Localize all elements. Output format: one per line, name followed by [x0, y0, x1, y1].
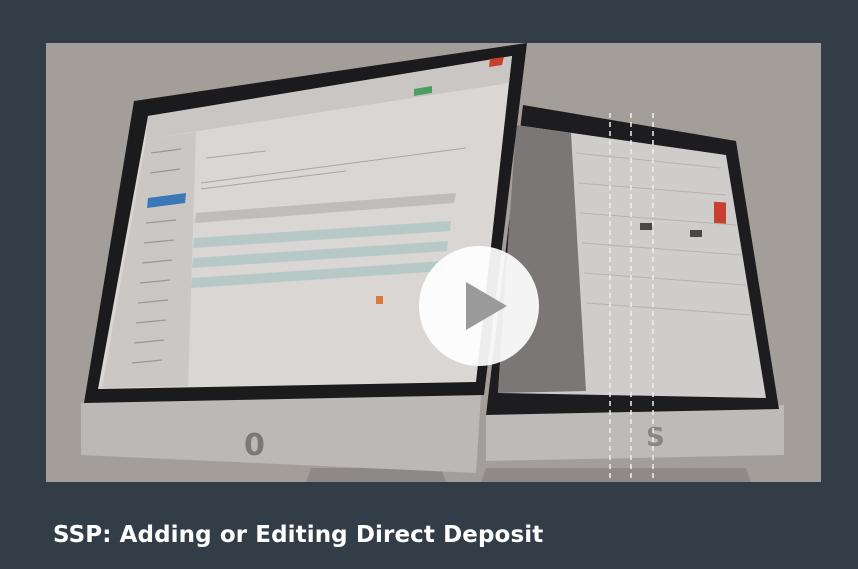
svg-text:S: S — [646, 423, 665, 453]
play-icon — [466, 282, 507, 330]
svg-text:0: 0 — [244, 428, 265, 463]
play-button[interactable] — [419, 246, 539, 366]
video-thumbnail[interactable]: S 0 — [46, 43, 821, 482]
video-card[interactable]: S 0 SSP: Adding or Editing Direct Deposi… — [0, 0, 858, 569]
video-title[interactable]: SSP: Adding or Editing Direct Deposit — [53, 522, 543, 548]
